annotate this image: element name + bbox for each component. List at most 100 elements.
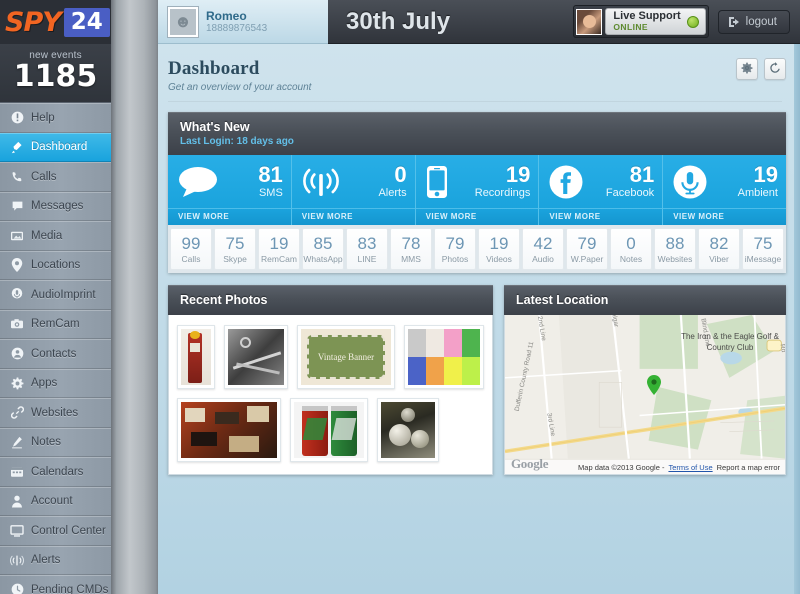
refresh-button[interactable]	[764, 58, 786, 80]
sidebar-item-label: AudioImprint	[31, 288, 96, 301]
live-support-button[interactable]: Live Support ONLINE	[605, 8, 706, 35]
sidebar-item-locations[interactable]: Locations	[0, 250, 111, 280]
sidebar-item-label: Help	[31, 111, 55, 124]
sidebar-item-help[interactable]: Help	[0, 103, 111, 133]
logout-button[interactable]: logout	[717, 9, 790, 34]
counter-websites[interactable]: 88 Websites	[654, 228, 696, 270]
sidebar-item-calendars[interactable]: Calendars	[0, 457, 111, 487]
sidebar-item-remcam[interactable]: RemCam	[0, 309, 111, 339]
stat-tile-sms[interactable]: 81 SMS VIEW MORE	[168, 155, 292, 225]
user-name: Romeo	[206, 9, 247, 23]
sidebar-item-dashboard[interactable]: Dashboard	[0, 132, 111, 162]
photo-thumb-black-white-tools[interactable]	[224, 325, 288, 389]
sidebar-item-calls[interactable]: Calls	[0, 162, 111, 192]
stat-tile-body: 81 Facebook	[539, 155, 662, 208]
sidebar-item-messages[interactable]: Messages	[0, 191, 111, 221]
stat-tile-label: Ambient	[737, 187, 778, 199]
sidebar-item-contacts[interactable]: Contacts	[0, 339, 111, 369]
counter-viber[interactable]: 82 Viber	[698, 228, 740, 270]
sidebar-item-apps[interactable]: Apps	[0, 368, 111, 398]
sidebar-item-websites[interactable]: Websites	[0, 398, 111, 428]
settings-button[interactable]	[736, 58, 758, 80]
sidebar-item-label: Control Center	[31, 524, 106, 537]
view-more-link[interactable]: VIEW MORE	[539, 208, 663, 225]
photo-thumb-antique-shop[interactable]	[177, 398, 281, 462]
stat-tile-alerts[interactable]: 0 Alerts VIEW MORE	[291, 155, 416, 225]
stat-tile-value-wrap: 19 Recordings	[475, 164, 531, 199]
sidebar-item-label: Dashboard	[31, 141, 88, 154]
counter-imessage[interactable]: 75 iMessage	[742, 228, 784, 270]
sidebar-item-pending-cmds[interactable]: Pending CMDs	[0, 575, 111, 594]
photo-thumb-vintage-banner[interactable]: Vintage Banner	[297, 325, 395, 389]
photo-thumb-seven-up-cans[interactable]	[290, 398, 368, 462]
terms-of-use-link[interactable]: Terms of Use	[668, 463, 712, 472]
app-logo[interactable]: SPY 24	[0, 0, 111, 44]
latest-location-panel: Latest Location The Iron & the Eagle Gol…	[504, 285, 786, 475]
stat-tile-value: 19	[753, 162, 778, 187]
user-box[interactable]: ☻ Romeo 18889876543	[158, 0, 328, 44]
counter-remcam[interactable]: 19 RemCam	[258, 228, 300, 270]
map-view[interactable]: The Iron & the Eagle Golf & Country Club…	[504, 315, 786, 475]
sidebar-item-label: Pending CMDs	[31, 583, 109, 594]
media-icon	[10, 229, 24, 243]
counter-w-paper[interactable]: 79 W.Paper	[566, 228, 608, 270]
counter-skype[interactable]: 75 Skype	[214, 228, 256, 270]
stat-tile-label: Recordings	[474, 187, 531, 199]
counter-audio[interactable]: 42 Audio	[522, 228, 564, 270]
stat-tile-recordings[interactable]: 19 Recordings VIEW MORE	[415, 155, 540, 225]
view-more-link[interactable]: VIEW MORE	[415, 208, 539, 225]
sidebar-item-label: Calls	[31, 170, 57, 183]
sidebar-item-notes[interactable]: Notes	[0, 427, 111, 457]
counter-photos[interactable]: 79 Photos	[434, 228, 476, 270]
counter-value: 82	[709, 234, 729, 253]
counter-label: Notes	[619, 254, 643, 264]
counter-whatsapp[interactable]: 85 WhatsApp	[302, 228, 344, 270]
counter-label: W.Paper	[570, 254, 604, 264]
counter-value: 85	[313, 234, 333, 253]
view-more-link[interactable]: VIEW MORE	[168, 208, 291, 225]
photo-row: Vintage Banner	[177, 325, 484, 389]
counter-label: Videos	[486, 254, 512, 264]
top-right-actions: Live Support ONLINE logout	[573, 5, 790, 38]
view-more-link[interactable]: VIEW MORE	[291, 208, 415, 225]
photo-thumb-vintage-gas-pump[interactable]	[177, 325, 215, 389]
counter-label: iMessage	[744, 254, 782, 264]
counter-videos[interactable]: 19 Videos	[478, 228, 520, 270]
counter-line[interactable]: 83 LINE	[346, 228, 388, 270]
location-pin-icon	[10, 258, 24, 273]
counter-label: MMS	[401, 254, 421, 264]
map-pin-icon[interactable]	[647, 375, 661, 395]
report-map-error-link[interactable]: Report a map error	[717, 463, 780, 472]
contacts-icon	[10, 347, 24, 361]
stat-tile-value: 19	[505, 162, 531, 187]
counter-value: 75	[225, 234, 245, 253]
stat-tile-ambient[interactable]: 19 Ambient VIEW MORE	[663, 155, 786, 225]
sidebar-item-media[interactable]: Media	[0, 221, 111, 251]
refresh-icon	[769, 61, 781, 77]
counter-notes[interactable]: 0 Notes	[610, 228, 652, 270]
stat-tile-body: 19 Ambient	[663, 155, 786, 208]
header-divider	[168, 101, 782, 102]
signal-icon	[10, 553, 24, 567]
live-support-widget[interactable]: Live Support ONLINE	[573, 5, 709, 38]
counter-calls[interactable]: 99 Calls	[170, 228, 212, 270]
stat-tile-facebook[interactable]: 81 Facebook VIEW MORE	[539, 155, 664, 225]
counter-value: 19	[489, 234, 509, 253]
counter-mms[interactable]: 78 MMS	[390, 228, 432, 270]
photo-thumb-pop-art-grid[interactable]	[404, 325, 484, 389]
sidebar-item-audioimprint[interactable]: AudioImprint	[0, 280, 111, 310]
sidebar-item-alerts[interactable]: Alerts	[0, 545, 111, 575]
sidebar-item-control-center[interactable]: Control Center	[0, 516, 111, 546]
bottom-row: Recent Photos Vintage Banner Latest Loca…	[168, 285, 786, 475]
counter-label: Audio	[532, 254, 554, 264]
counter-value: 88	[665, 234, 685, 253]
stat-tile-value-wrap: 19 Ambient	[738, 164, 778, 199]
sidebar-item-label: Messages	[31, 200, 84, 213]
sidebar-item-label: Calendars	[31, 465, 84, 478]
pen-icon	[10, 435, 24, 449]
sidebar-item-account[interactable]: Account	[0, 486, 111, 516]
sidebar-item-label: Media	[31, 229, 63, 242]
view-more-link[interactable]: VIEW MORE	[663, 208, 786, 225]
photo-thumb-silver-ornaments[interactable]	[377, 398, 439, 462]
scrollbar-track[interactable]	[794, 44, 800, 594]
